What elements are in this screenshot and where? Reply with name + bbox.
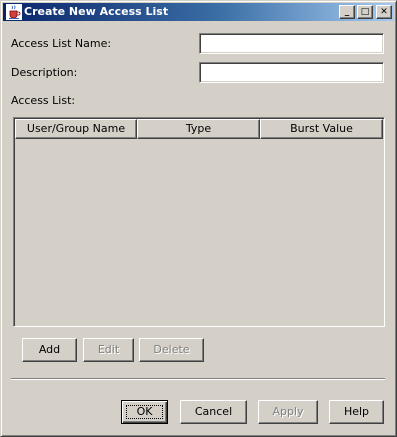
close-icon: ✕ (380, 7, 388, 17)
separator (11, 378, 385, 380)
delete-button[interactable]: Delete (139, 338, 204, 362)
title-bar[interactable]: Create New Access List _ □ ✕ (3, 3, 394, 21)
table-header: User/Group Name Type Burst Value (15, 119, 383, 139)
access-list-table[interactable]: User/Group Name Type Burst Value (13, 117, 385, 327)
ok-button-label: OK (136, 405, 153, 418)
java-cup-icon (6, 4, 22, 20)
column-header-user-group-name[interactable]: User/Group Name (15, 119, 137, 139)
minimize-button[interactable]: _ (339, 5, 355, 19)
minimize-icon: _ (344, 7, 350, 17)
column-header-burst-value[interactable]: Burst Value (260, 119, 383, 139)
apply-button[interactable]: Apply (258, 400, 318, 424)
cancel-button[interactable]: Cancel (180, 400, 247, 424)
window-title: Create New Access List (24, 5, 169, 18)
access-list-label: Access List: (11, 94, 76, 107)
access-list-name-input[interactable] (199, 33, 384, 54)
description-input[interactable] (199, 62, 384, 83)
maximize-button[interactable]: □ (357, 5, 373, 19)
maximize-icon: □ (360, 7, 370, 17)
close-button[interactable]: ✕ (376, 5, 392, 19)
create-access-list-dialog: Create New Access List _ □ ✕ Access List… (0, 0, 397, 437)
column-header-type[interactable]: Type (137, 119, 260, 139)
help-button[interactable]: Help (329, 400, 384, 424)
ok-button[interactable]: OK (121, 400, 168, 424)
add-button[interactable]: Add (22, 338, 77, 362)
description-label: Description: (11, 66, 78, 79)
edit-button[interactable]: Edit (83, 338, 134, 362)
access-list-name-label: Access List Name: (11, 37, 112, 50)
